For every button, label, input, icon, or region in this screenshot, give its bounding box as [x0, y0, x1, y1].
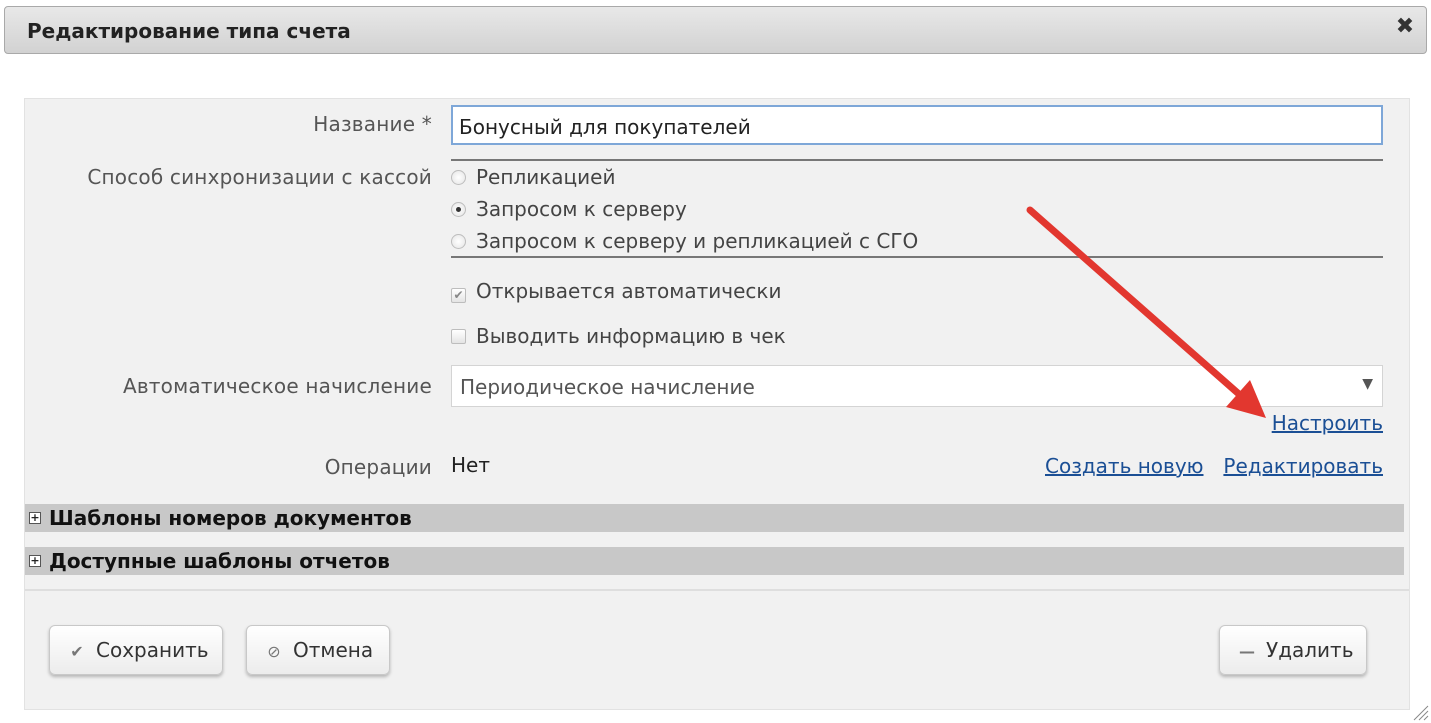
edit-operation-link[interactable]: Редактировать	[1223, 454, 1383, 478]
minus-icon: —	[1239, 642, 1255, 661]
option-label: Запросом к серверу и репликацией с СГО	[476, 229, 919, 253]
dialog-titlebar: Редактирование типа счета ✖	[4, 6, 1427, 54]
sync-option-server-request[interactable]: Запросом к серверу	[451, 196, 687, 222]
expand-plus-icon[interactable]: +	[29, 512, 41, 524]
divider	[451, 159, 1383, 161]
auto-accrual-select[interactable]: Периодическое начисление ▼	[451, 365, 1383, 407]
checkbox-checked-disabled[interactable]: ✔	[451, 288, 466, 303]
dropdown-arrow-icon: ▼	[1362, 376, 1373, 392]
auto-accrual-label: Автоматическое начисление	[122, 374, 432, 398]
divider	[451, 256, 1383, 258]
save-button[interactable]: ✔ Сохранить	[49, 625, 223, 675]
section-title: Шаблоны номеров документов	[49, 506, 412, 530]
operations-value: Нет	[451, 453, 490, 477]
cancel-button[interactable]: ⊘ Отмена	[246, 625, 390, 675]
close-icon[interactable]: ✖	[1394, 16, 1416, 38]
delete-button[interactable]: — Удалить	[1219, 625, 1367, 675]
section-report-templates[interactable]: + Доступные шаблоны отчетов	[25, 547, 1404, 575]
section-document-number-templates[interactable]: + Шаблоны номеров документов	[25, 504, 1404, 532]
name-input[interactable]: Бонусный для покупателей	[451, 105, 1383, 145]
dialog-title: Редактирование типа счета	[27, 19, 351, 43]
footer-divider	[25, 589, 1409, 591]
configure-link[interactable]: Настроить	[1272, 411, 1383, 435]
checkbox-label: Выводить информацию в чек	[476, 324, 786, 348]
check-icon: ✔	[70, 642, 84, 661]
radio-button[interactable]	[451, 234, 466, 249]
sync-method-label: Способ синхронизации с кассой	[87, 165, 432, 189]
radio-button-selected[interactable]	[451, 202, 466, 217]
name-label: Название *	[313, 112, 432, 136]
option-label: Запросом к серверу	[476, 197, 687, 221]
auto-open-checkbox-row[interactable]: ✔ Открывается автоматически	[451, 278, 781, 304]
resize-grip-icon[interactable]	[1411, 703, 1429, 721]
form-panel: Название * Бонусный для покупателей Спос…	[24, 98, 1410, 710]
cancel-icon: ⊘	[267, 642, 281, 661]
create-operation-link[interactable]: Создать новую	[1045, 454, 1204, 478]
expand-plus-icon[interactable]: +	[29, 555, 41, 567]
save-label: Сохранить	[96, 638, 209, 662]
checkbox-label: Открывается автоматически	[476, 279, 782, 303]
section-title: Доступные шаблоны отчетов	[49, 549, 390, 573]
operations-label: Операции	[324, 455, 432, 479]
checkbox[interactable]	[451, 329, 466, 344]
print-receipt-checkbox-row[interactable]: Выводить информацию в чек	[451, 323, 786, 349]
radio-button[interactable]	[451, 170, 466, 185]
select-value: Периодическое начисление	[460, 375, 755, 399]
delete-label: Удалить	[1266, 638, 1354, 662]
cancel-label: Отмена	[293, 638, 374, 662]
option-label: Репликацией	[476, 165, 616, 189]
sync-option-replication[interactable]: Репликацией	[451, 164, 615, 190]
sync-option-server-and-replication[interactable]: Запросом к серверу и репликацией с СГО	[451, 228, 918, 254]
